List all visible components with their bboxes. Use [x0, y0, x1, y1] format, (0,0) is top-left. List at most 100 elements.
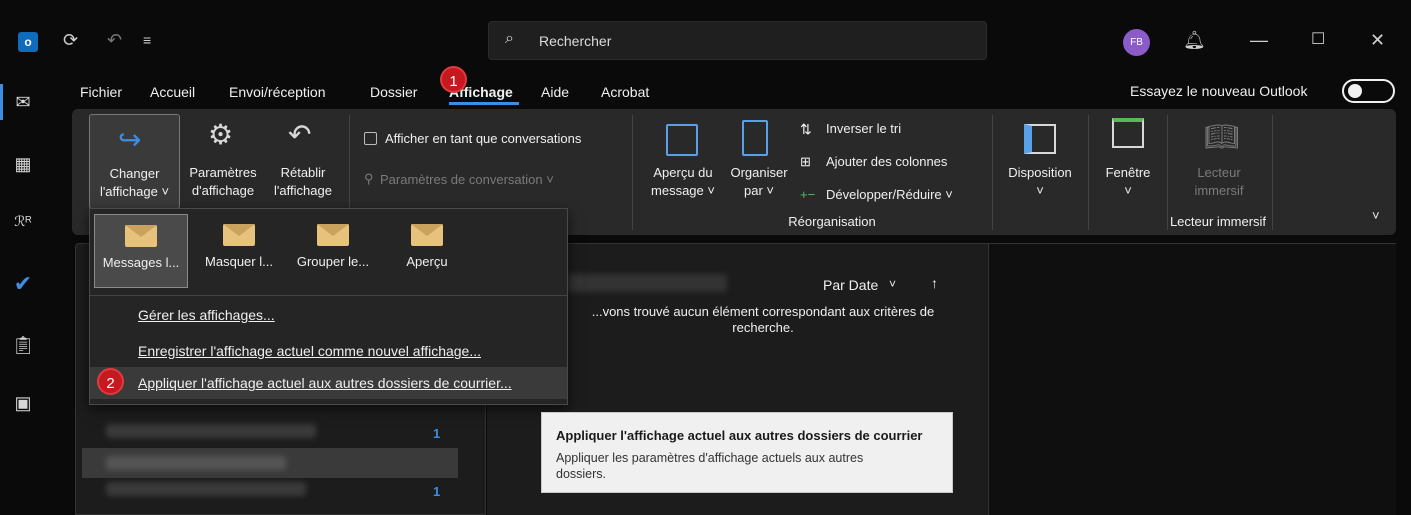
immersive-reader-button: 📖︎ Lecteur immersif: [1170, 114, 1268, 209]
window-icon: [1112, 118, 1144, 148]
arrange-icon: [742, 120, 768, 156]
expand-collapse-icon: +−: [800, 187, 816, 202]
tab-fichier[interactable]: Fichier: [80, 84, 122, 100]
reading-pane-label-1: Aperçu du: [653, 165, 713, 180]
tab-accueil[interactable]: Accueil: [150, 84, 195, 100]
layout-button[interactable]: Disposition ˅: [998, 114, 1082, 209]
view-option-label: Aperçu: [406, 254, 448, 269]
chevron-down-icon[interactable]: ˅: [889, 277, 896, 291]
tab-aide[interactable]: Aide: [541, 84, 569, 100]
immersive-label-2: immersif: [1194, 183, 1244, 198]
chevron-down-icon: ˅: [1124, 183, 1132, 198]
envelope-icon: [411, 224, 443, 246]
expand-collapse-button[interactable]: Développer/Réduire ˅: [826, 186, 953, 204]
ribbon-separator: [632, 115, 633, 230]
unread-count: 1: [433, 484, 441, 499]
view-option-hide[interactable]: Masquer l...: [192, 214, 286, 288]
envelope-icon: [125, 225, 157, 247]
manage-views-item[interactable]: Gérer les affichages...: [138, 307, 275, 323]
maximize-button[interactable]: ☐: [1311, 30, 1325, 50]
tooltip-title: Appliquer l'affichage actuel aux autres …: [556, 428, 923, 443]
view-option-label: Messages l...: [102, 255, 180, 270]
undo-icon[interactable]: ↶: [107, 30, 122, 50]
apps-icon[interactable]: ▣: [8, 388, 38, 418]
layout-label: Disposition: [1008, 165, 1072, 180]
window-label: Fenêtre: [1105, 165, 1151, 180]
sort-direction-icon[interactable]: ↑: [931, 275, 938, 291]
view-option-group[interactable]: Grouper le...: [286, 214, 380, 288]
view-option-label: Masquer l...: [205, 254, 273, 269]
apply-view-item[interactable]: Appliquer l'affichage actuel aux autres …: [138, 375, 512, 391]
rail-active-indicator: [0, 84, 3, 120]
change-view-button[interactable]: ↪ Changer l'affichage ˅: [89, 114, 180, 209]
view-settings-label-2: d'affichage: [191, 183, 255, 198]
reverse-sort-icon: ⇅: [800, 121, 812, 137]
view-option-preview[interactable]: Aperçu: [380, 214, 474, 288]
tooltip-body-line-2: dossiers.: [556, 467, 607, 481]
tasks-clipboard-icon[interactable]: 📋︎: [8, 330, 38, 360]
empty-message-line-1: ...vons trouvé aucun élément corresponda…: [591, 304, 935, 319]
window-button[interactable]: Fenêtre ˅: [1092, 114, 1164, 209]
avatar[interactable]: FB: [1123, 29, 1150, 56]
tab-envoi-reception[interactable]: Envoi/réception: [229, 84, 326, 100]
reading-pane-button[interactable]: Aperçu du message ˅: [642, 114, 724, 209]
blurred-header: [567, 274, 727, 292]
search-input[interactable]: Rechercher: [539, 33, 611, 49]
change-view-dropdown: Messages l... Masquer l... Grouper le...…: [89, 208, 568, 405]
blurred-item: [106, 424, 316, 438]
tab-dossier[interactable]: Dossier: [370, 84, 417, 100]
show-conversations-label[interactable]: Afficher en tant que conversations: [385, 130, 581, 148]
ribbon-separator: [1272, 115, 1273, 230]
navigation-rail: ✉ ▦ ℛᴿ ✔ 📋︎ ▣: [0, 78, 46, 515]
ribbon-separator: [1088, 115, 1089, 230]
show-conversations-checkbox[interactable]: [364, 132, 377, 145]
try-new-outlook-label: Essayez le nouveau Outlook: [1130, 83, 1308, 99]
conversation-settings-button[interactable]: Paramètres de conversation ˅: [380, 171, 554, 189]
arrange-by-label-2: par ˅: [744, 183, 774, 198]
ribbon-collapse-chevron-icon[interactable]: ˅: [1372, 207, 1380, 225]
arrange-by-label-1: Organiser: [730, 165, 788, 180]
reset-view-label-2: l'affichage: [274, 183, 332, 198]
view-settings-button[interactable]: ⚙ Paramètres d'affichage: [182, 114, 264, 209]
reading-pane-label-2: message ˅: [651, 183, 715, 198]
change-view-icon: ↪: [118, 124, 142, 155]
add-columns-button[interactable]: Ajouter des colonnes: [826, 153, 947, 171]
close-button[interactable]: ✕: [1370, 30, 1385, 50]
reverse-sort-button[interactable]: Inverser le tri: [826, 120, 901, 138]
people-icon[interactable]: ℛᴿ: [8, 206, 38, 236]
reset-view-label-1: Rétablir: [280, 165, 326, 180]
dropdown-separator: [90, 295, 567, 296]
search-box[interactable]: ⌕ Rechercher: [488, 21, 987, 60]
reading-pane: [988, 243, 1396, 515]
try-new-outlook-toggle[interactable]: [1342, 79, 1395, 103]
minimize-button[interactable]: —: [1250, 30, 1268, 50]
view-settings-label-1: Paramètres: [189, 165, 257, 180]
gear-icon: ⚙: [208, 119, 234, 150]
save-view-item[interactable]: Enregistrer l'affichage actuel comme nou…: [138, 343, 481, 359]
todo-icon[interactable]: ✔: [8, 269, 38, 299]
title-bar: o ⟳ ↶ ≡ ⌕ Rechercher FB 🔔︎ — ☐ ✕: [0, 0, 1411, 78]
view-option-label: Grouper le...: [296, 254, 370, 269]
reset-view-button[interactable]: ↶ Rétablir l'affichage: [264, 114, 342, 209]
envelope-icon: [223, 224, 255, 246]
tab-acrobat[interactable]: Acrobat: [601, 84, 649, 100]
active-tab-underline: [449, 102, 519, 105]
blurred-item: [106, 456, 286, 470]
sync-icon[interactable]: ⟳: [63, 30, 78, 50]
arrange-by-button[interactable]: Organiser par ˅: [724, 114, 794, 209]
unread-count: 1: [433, 426, 441, 441]
annotation-badge-1: 1: [440, 66, 467, 93]
arrangement-group-label: Réorganisation: [788, 214, 876, 229]
bell-icon[interactable]: 🔔︎: [1183, 30, 1206, 50]
sort-by-date-button[interactable]: Par Date: [823, 277, 878, 293]
book-icon: 📖︎: [1204, 121, 1240, 152]
calendar-icon[interactable]: ▦: [8, 149, 38, 179]
annotation-badge-2: 2: [97, 368, 124, 395]
immersive-group-label: Lecteur immersif: [1169, 214, 1267, 229]
mail-icon[interactable]: ✉: [8, 87, 38, 117]
customize-toolbar-icon[interactable]: ≡: [143, 30, 151, 50]
view-option-messages[interactable]: Messages l...: [94, 214, 188, 288]
reading-pane-icon: [666, 124, 698, 156]
envelope-icon: [317, 224, 349, 246]
change-view-label-2: l'affichage ˅: [99, 184, 170, 199]
